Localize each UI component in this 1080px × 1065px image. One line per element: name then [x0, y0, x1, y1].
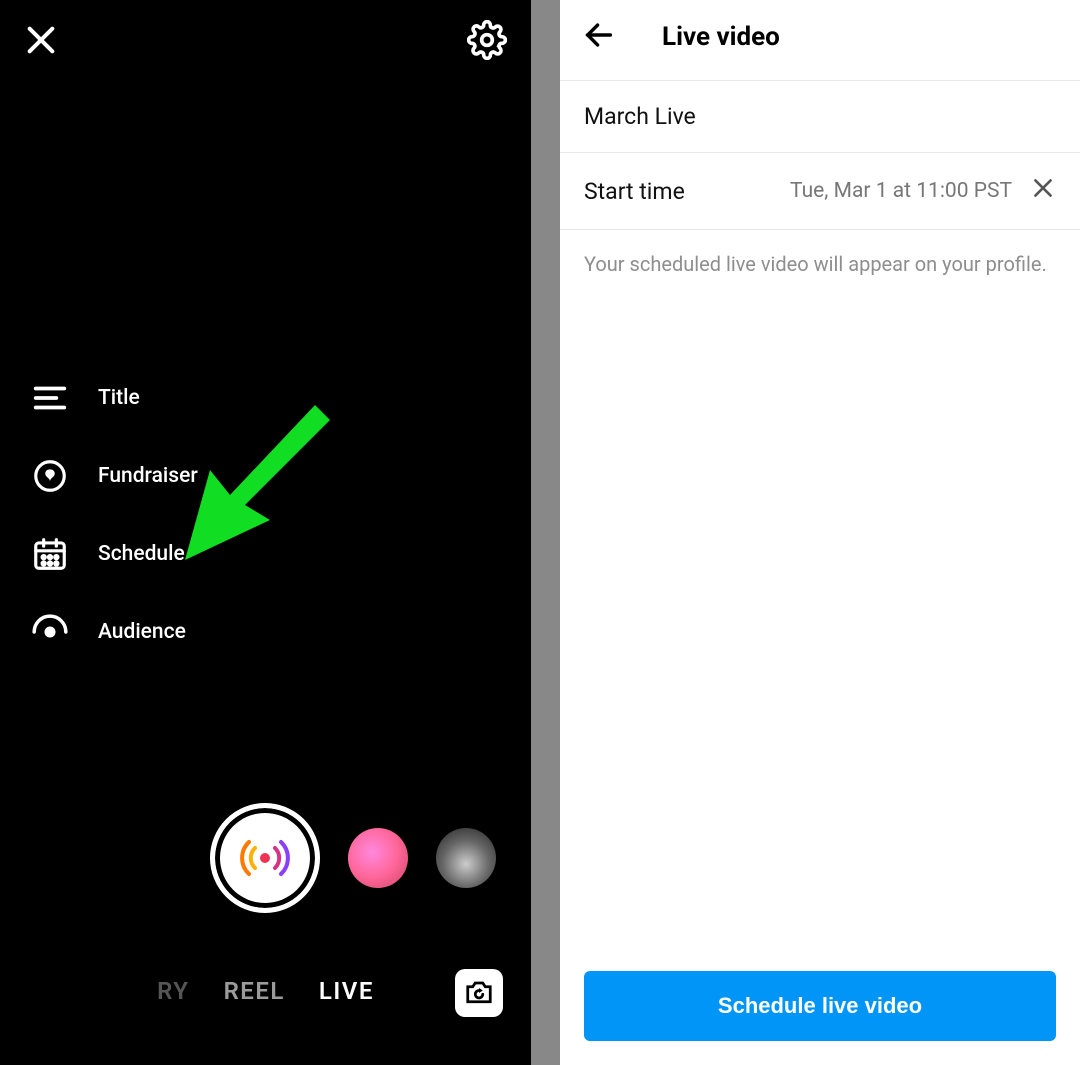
page-title: Live video [662, 22, 780, 52]
switch-camera-icon [464, 978, 494, 1008]
start-time-label: Start time [584, 178, 685, 205]
go-live-button[interactable] [210, 803, 320, 913]
option-schedule[interactable]: Schedule [30, 534, 198, 574]
live-options-list: Title Fundraiser Schedule Audience [30, 378, 198, 652]
option-label: Title [98, 386, 140, 410]
start-time-value: Tue, Mar 1 at 11:00 PST [790, 179, 1012, 203]
camera-top-bar [0, 0, 531, 80]
schedule-footer: Schedule live video [560, 953, 1080, 1065]
mode-live[interactable]: LIVE [319, 977, 374, 1005]
calendar-icon [30, 534, 70, 574]
effects-carousel [0, 803, 531, 913]
mode-story[interactable]: RY [157, 977, 189, 1005]
clear-start-time-icon[interactable] [1030, 175, 1056, 207]
camera-mode-switcher: RY REEL LIVE [0, 977, 531, 1005]
option-label: Schedule [98, 542, 185, 566]
event-title-value: March Live [584, 103, 696, 130]
start-time-row[interactable]: Start time Tue, Mar 1 at 11:00 PST [560, 153, 1080, 230]
panel-divider [531, 0, 560, 1065]
effect-thumbnail[interactable] [348, 828, 408, 888]
effect-thumbnail[interactable] [436, 828, 496, 888]
option-title[interactable]: Title [30, 378, 198, 418]
schedule-header: Live video [560, 0, 1080, 81]
back-icon[interactable] [582, 18, 616, 56]
option-fundraiser[interactable]: Fundraiser [30, 456, 198, 496]
schedule-live-screen: Live video March Live Start time Tue, Ma… [560, 0, 1080, 1065]
event-title-row[interactable]: March Live [560, 81, 1080, 153]
audience-icon [30, 612, 70, 652]
camera-live-screen: Title Fundraiser Schedule Audience [0, 0, 531, 1065]
switch-camera-button[interactable] [455, 969, 503, 1017]
schedule-live-video-button[interactable]: Schedule live video [584, 971, 1056, 1041]
annotation-arrow [175, 405, 335, 565]
option-label: Audience [98, 620, 186, 644]
schedule-help-text: Your scheduled live video will appear on… [560, 230, 1080, 298]
fundraiser-icon [30, 456, 70, 496]
option-label: Fundraiser [98, 464, 198, 488]
close-icon[interactable] [24, 23, 58, 57]
gear-icon[interactable] [467, 20, 507, 60]
mode-reel[interactable]: REEL [224, 977, 285, 1005]
title-icon [30, 378, 70, 418]
option-audience[interactable]: Audience [30, 612, 198, 652]
broadcast-icon [235, 828, 295, 888]
